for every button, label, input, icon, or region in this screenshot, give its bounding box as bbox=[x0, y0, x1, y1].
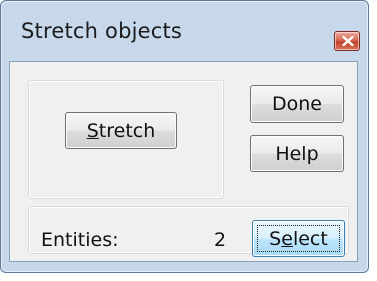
stretch-mnemonic: S bbox=[86, 119, 99, 142]
entities-count: 2 bbox=[214, 229, 227, 251]
close-x-icon bbox=[342, 36, 354, 46]
close-button[interactable] bbox=[334, 31, 360, 51]
stretch-label-post: tretch bbox=[98, 119, 156, 142]
select-focus-rect: Se lect bbox=[257, 225, 340, 252]
done-button[interactable]: Done bbox=[250, 85, 344, 123]
select-button[interactable]: Se lect bbox=[252, 220, 345, 257]
help-button[interactable]: Help bbox=[250, 135, 344, 172]
stretch-button[interactable]: Stretch bbox=[65, 112, 177, 149]
window-title: Stretch objects bbox=[21, 19, 183, 43]
select-label-pre: S bbox=[269, 227, 282, 250]
select-label-post: lect bbox=[292, 227, 328, 250]
title-bar[interactable]: Stretch objects bbox=[1, 1, 368, 59]
select-mnemonic: e bbox=[281, 227, 293, 250]
entities-label: Entities: bbox=[41, 229, 119, 251]
